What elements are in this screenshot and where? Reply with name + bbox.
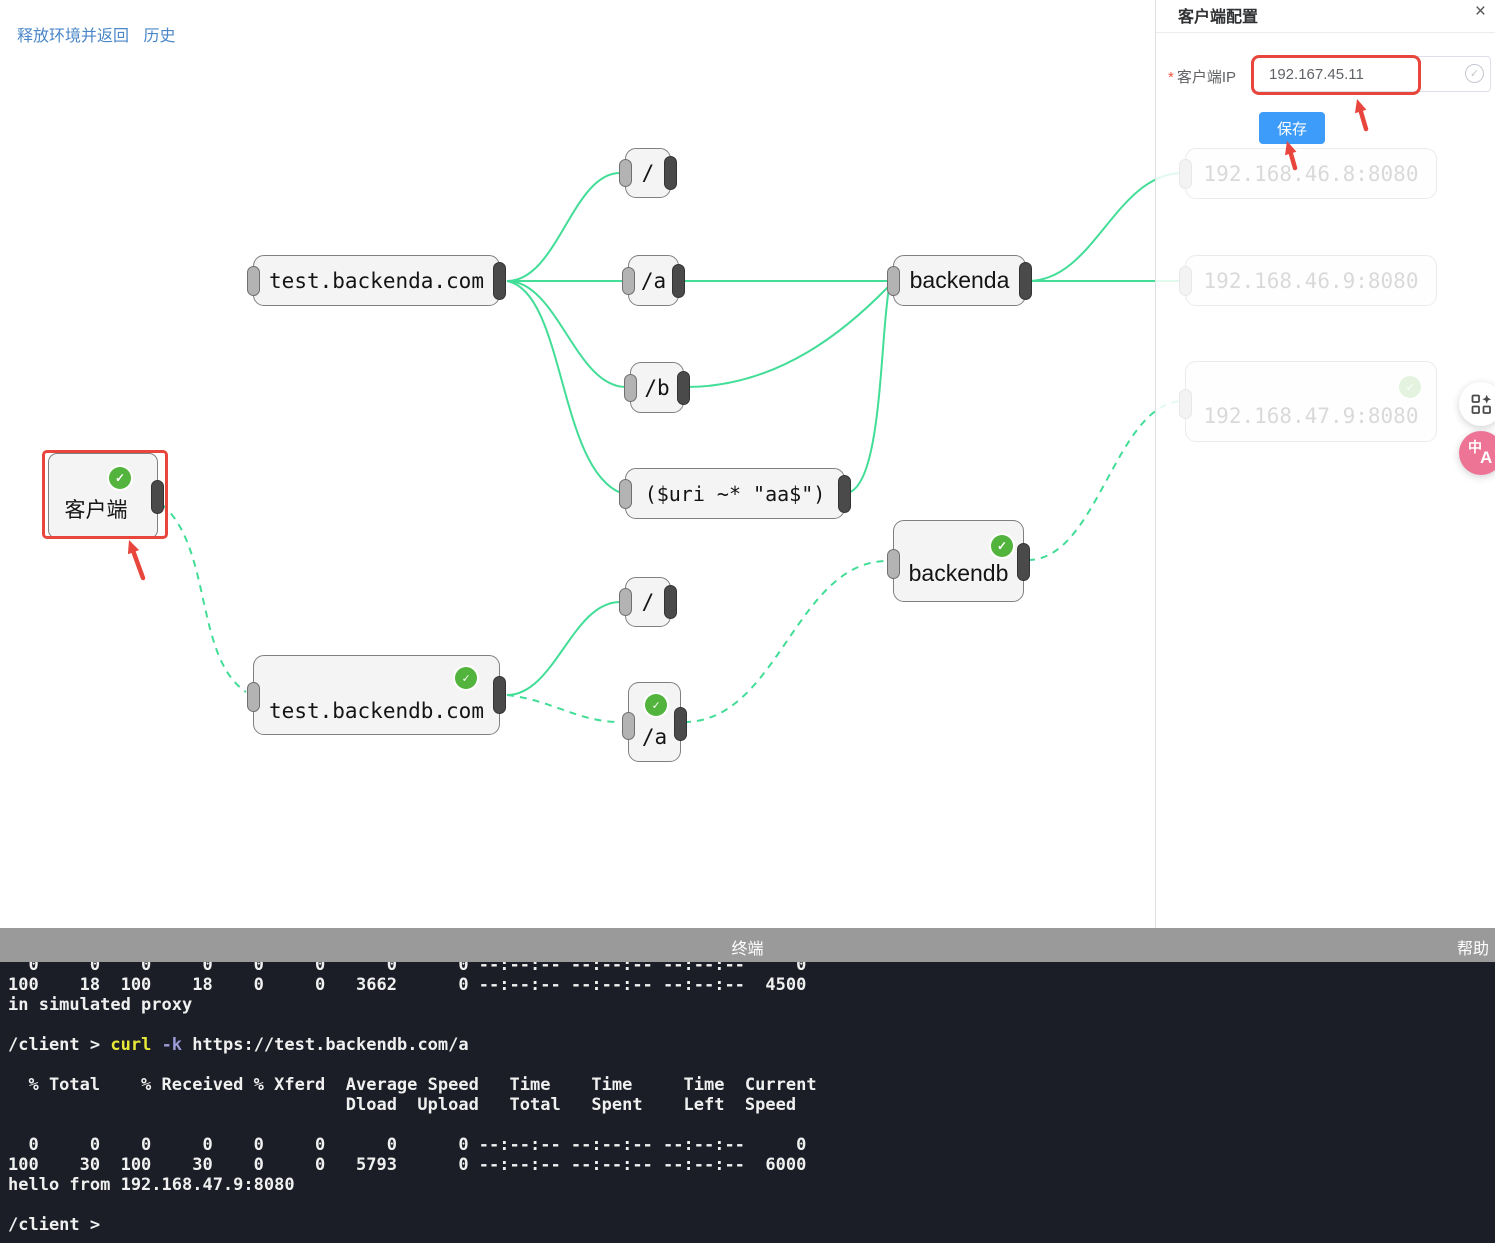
terminal-line [8, 1195, 1495, 1215]
terminal-line: 100 18 100 18 0 0 3662 0 --:--:-- --:--:… [8, 975, 1495, 995]
output-port[interactable] [674, 707, 687, 741]
node-path-b[interactable]: /b [630, 362, 684, 413]
edge-patha2-backendb [684, 561, 886, 722]
edge-pathb-backenda [686, 287, 888, 387]
terminal-line: 100 30 100 30 0 0 5793 0 --:--:-- --:--:… [8, 1155, 1495, 1175]
widgets-icon [1471, 394, 1492, 415]
panel-divider [1156, 32, 1495, 33]
check-badge-icon: ✓ [455, 667, 477, 689]
check-badge-icon: ✓ [991, 535, 1013, 557]
node-label: test.backendb.com [269, 699, 484, 723]
terminal-line [8, 1015, 1495, 1035]
save-button[interactable]: 保存 [1259, 112, 1325, 144]
toolbar: 释放环境并返回 历史 [17, 22, 175, 46]
node-test-backendb-com[interactable]: ✓ test.backendb.com [253, 655, 500, 735]
node-label: /a [642, 725, 667, 749]
input-port[interactable] [247, 266, 260, 296]
edge-testb-rootb [507, 602, 620, 695]
node-label: / [642, 590, 655, 614]
release-env-link[interactable]: 释放环境并返回 [17, 28, 129, 45]
node-label: /a [641, 269, 666, 293]
output-port[interactable] [493, 262, 506, 300]
input-port[interactable] [887, 266, 900, 296]
node-regex-rule[interactable]: ($uri ~* "aa$") [625, 468, 845, 519]
node-path-root-a[interactable]: / [625, 148, 671, 198]
terminal-line: in simulated proxy [8, 995, 1495, 1015]
input-port[interactable] [619, 588, 632, 616]
output-port[interactable] [493, 676, 506, 714]
terminal-titlebar: 终端 帮助 [0, 928, 1495, 962]
edge-testa-pathb [507, 281, 626, 387]
app-window: 释放环境并返回 历史 ✓ 客户端 test.backenda.com / [0, 0, 1495, 1243]
output-port[interactable] [1019, 262, 1032, 300]
history-link[interactable]: 历史 [143, 28, 175, 45]
output-port[interactable] [1017, 543, 1030, 581]
node-backenda[interactable]: backenda [893, 255, 1026, 306]
node-path-root-b[interactable]: / [625, 577, 671, 627]
valid-check-icon: ✓ [1465, 64, 1484, 83]
edge-testb-patha2 [507, 695, 620, 722]
client-config-panel: 客户端配置 × *客户端IP ✓ 保存 [1155, 0, 1495, 928]
check-badge-icon: ✓ [109, 467, 131, 489]
output-port[interactable] [151, 480, 164, 514]
check-badge-icon: ✓ [645, 694, 667, 716]
terminal-panel[interactable]: 0 0 0 0 0 0 0 0 --:--:-- --:--:-- --:--:… [0, 962, 1495, 1243]
node-label: test.backenda.com [269, 269, 484, 293]
node-test-backenda-com[interactable]: test.backenda.com [253, 255, 500, 306]
components-button[interactable] [1459, 382, 1495, 426]
panel-title: 客户端配置 [1178, 3, 1258, 27]
terminal-line: Dload Upload Total Spent Left Speed [8, 1095, 1495, 1115]
output-port[interactable] [664, 585, 677, 619]
node-backendb[interactable]: ✓ backendb [893, 520, 1024, 602]
node-label: 客户端 [65, 494, 128, 524]
node-path-a[interactable]: /a [628, 255, 679, 306]
edge-client-testb [151, 497, 246, 692]
edge-testa-root [507, 173, 620, 281]
terminal-line: 0 0 0 0 0 0 0 0 --:--:-- --:--:-- --:--:… [8, 962, 1495, 975]
required-mark: * [1168, 69, 1174, 86]
edge-testa-regex [507, 281, 621, 493]
input-port[interactable] [619, 479, 632, 509]
output-port[interactable] [664, 156, 677, 190]
translate-icon-latin: A [1480, 448, 1492, 468]
output-port[interactable] [677, 371, 690, 405]
input-port[interactable] [247, 682, 260, 712]
terminal-line: 0 0 0 0 0 0 0 0 --:--:-- --:--:-- --:--:… [8, 1135, 1495, 1155]
input-port[interactable] [622, 267, 635, 295]
client-ip-label-text: 客户端IP [1177, 69, 1236, 86]
node-path-a2[interactable]: ✓ /a [628, 682, 681, 762]
node-label: backenda [910, 267, 1010, 294]
terminal-line: % Total % Received % Xferd Average Speed… [8, 1075, 1495, 1095]
client-ip-label: *客户端IP [1168, 66, 1236, 87]
input-port[interactable] [622, 712, 635, 740]
terminal-line: /client > [8, 1215, 1495, 1235]
close-icon[interactable]: × [1475, 2, 1486, 22]
node-label: /b [644, 376, 669, 400]
terminal-line: /client > curl -k https://test.backendb.… [8, 1035, 1495, 1055]
node-label: ($uri ~* "aa$") [645, 482, 826, 506]
terminal-title: 终端 [0, 935, 1495, 959]
node-label: / [642, 161, 655, 185]
help-link[interactable]: 帮助 [1457, 935, 1489, 959]
input-port[interactable] [887, 549, 900, 579]
input-port[interactable] [619, 159, 632, 187]
node-label: backendb [909, 560, 1009, 587]
terminal-line [8, 1055, 1495, 1075]
terminal-line: hello from 192.168.47.9:8080 [8, 1175, 1495, 1195]
translate-button[interactable]: 中 A [1459, 431, 1495, 475]
output-port[interactable] [838, 475, 851, 513]
terminal-line [8, 1115, 1495, 1135]
input-port[interactable] [624, 374, 637, 402]
output-port[interactable] [672, 264, 685, 298]
node-client[interactable]: ✓ 客户端 [48, 453, 158, 539]
client-ip-input[interactable] [1253, 56, 1491, 92]
terminal-output: 0 0 0 0 0 0 0 0 --:--:-- --:--:-- --:--:… [8, 962, 1495, 1235]
